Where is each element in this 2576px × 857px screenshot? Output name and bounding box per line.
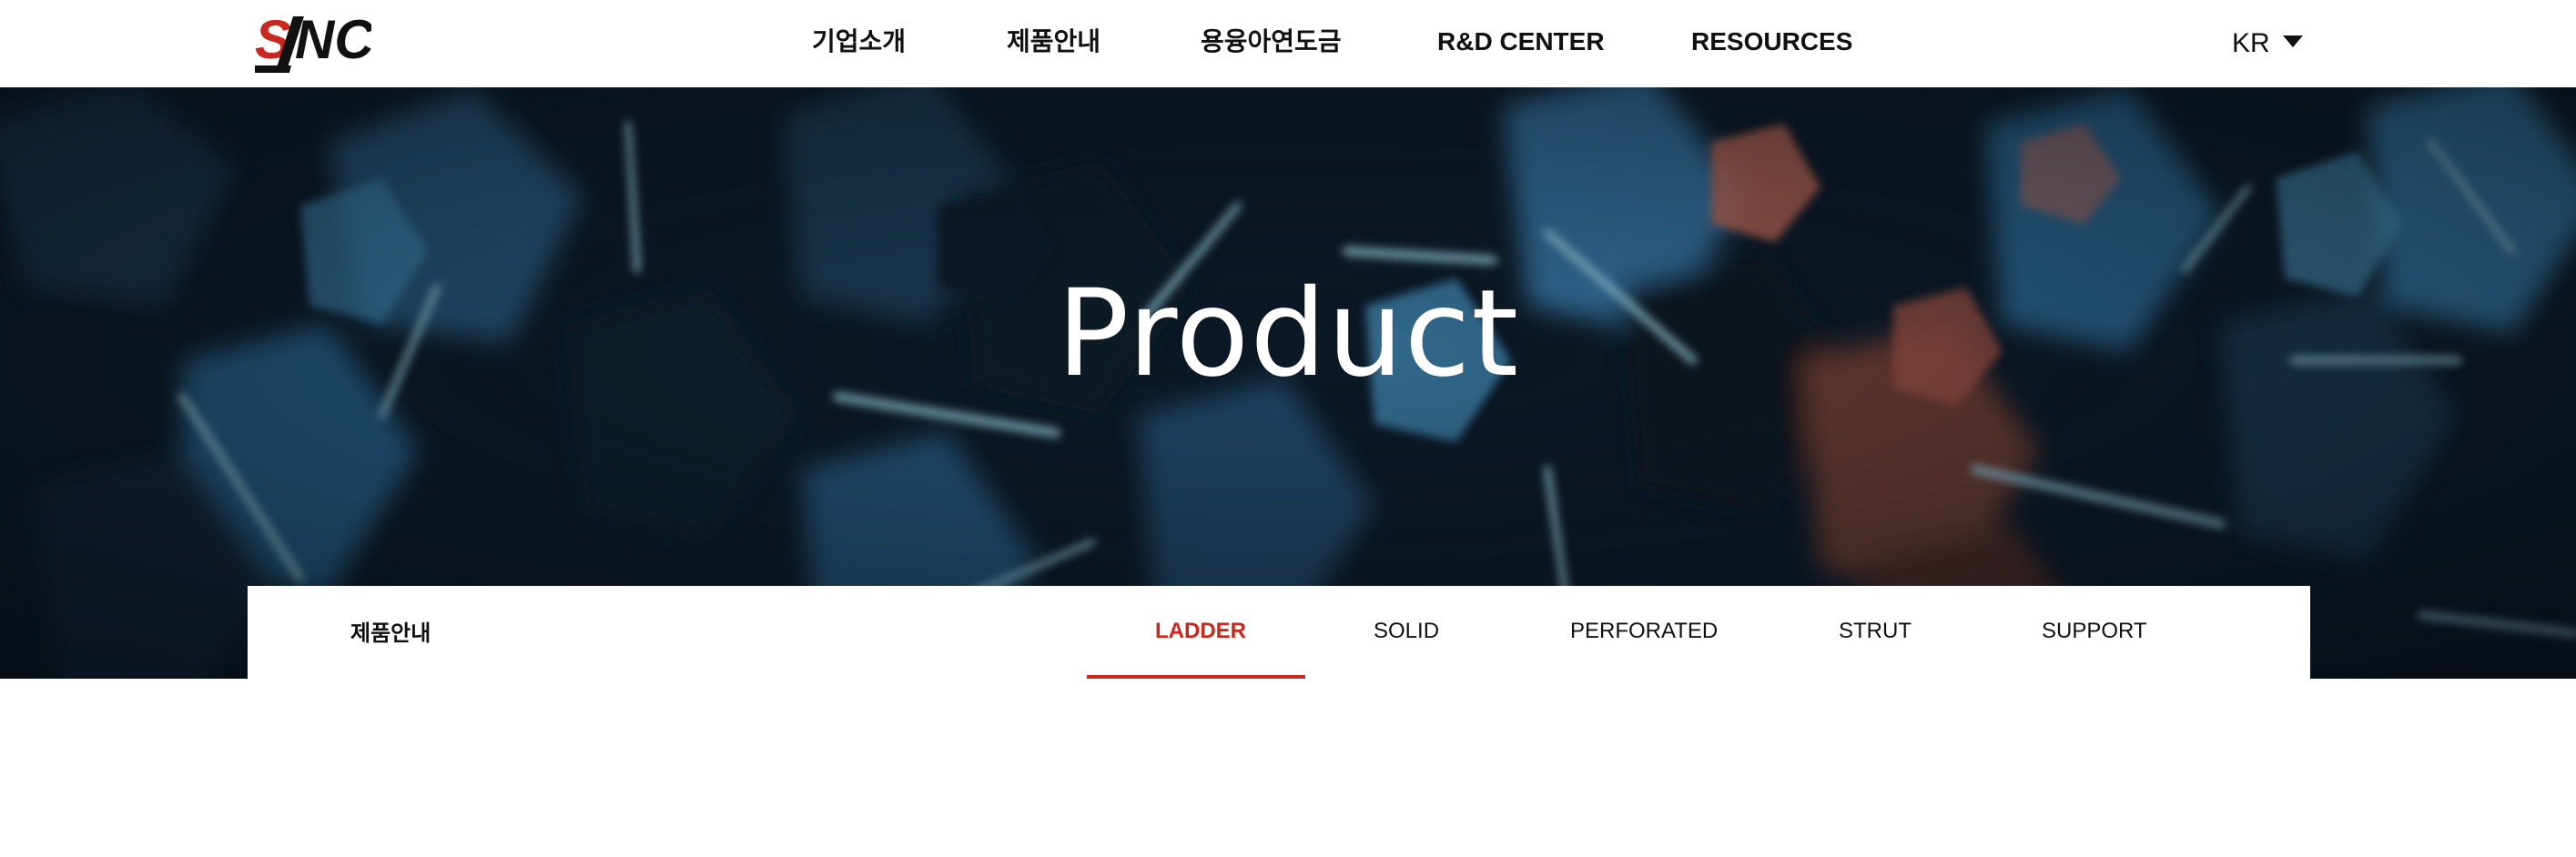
- nav-item-resources[interactable]: RESOURCES: [1691, 25, 1852, 58]
- product-subnav: 제품안내 LADDER SOLID PERFORATED STRUT SUPPO…: [248, 586, 2310, 679]
- page-content-area: [0, 679, 2576, 857]
- site-header: S NC 기업소개 제품안내 용융아연도금 R&D CENTER RESOURC…: [0, 0, 2576, 87]
- tab-strut[interactable]: STRUT: [1839, 619, 1912, 644]
- tab-support[interactable]: SUPPORT: [2042, 619, 2147, 644]
- nav-item-galvanizing[interactable]: 용융아연도금: [1201, 25, 1342, 58]
- tab-solid[interactable]: SOLID: [1374, 619, 1439, 644]
- nav-item-rnd-center[interactable]: R&D CENTER: [1437, 25, 1605, 58]
- tab-perforated[interactable]: PERFORATED: [1570, 619, 1718, 644]
- page-title: Product: [1056, 264, 1520, 404]
- nav-item-company[interactable]: 기업소개: [812, 25, 906, 58]
- subnav-section-title: 제품안내: [350, 621, 431, 646]
- main-nav: 기업소개 제품안내 용융아연도금 R&D CENTER RESOURCES: [0, 0, 2576, 87]
- nav-item-products[interactable]: 제품안내: [1007, 25, 1100, 58]
- language-label: KR: [2232, 28, 2270, 58]
- tab-ladder[interactable]: LADDER: [1155, 619, 1246, 644]
- language-selector[interactable]: KR: [2232, 25, 2303, 62]
- caret-down-icon: [2282, 35, 2303, 53]
- active-tab-indicator: [1087, 675, 1305, 679]
